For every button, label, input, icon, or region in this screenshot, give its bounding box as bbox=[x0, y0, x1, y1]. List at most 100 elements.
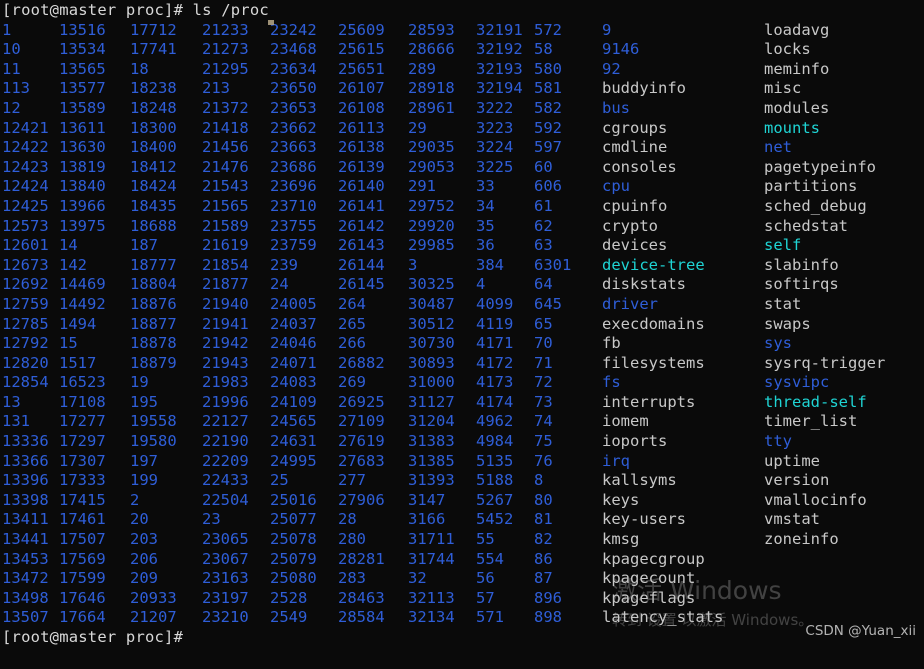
listing-entry-dir: 13577 bbox=[59, 79, 106, 98]
listing-entry-dir: 23163 bbox=[202, 569, 249, 588]
listing-entry-dir: 21233 bbox=[202, 20, 249, 39]
listing-entry-dir: net bbox=[764, 138, 792, 157]
listing-row: 13472 17599 209 23163 25080 283 32 56 87 kpagecou… bbox=[2, 569, 924, 589]
listing-row: 12422 13630 18400 21456 23663 26138 29035 3224 5… bbox=[2, 138, 924, 158]
listing-entry-dir: 25615 bbox=[338, 40, 385, 59]
listing-entry-dir: 21996 bbox=[202, 392, 249, 411]
listing-entry-dir: 26113 bbox=[338, 118, 385, 137]
listing-entry-dir: 3 bbox=[408, 255, 418, 274]
listing-entry-dir: 24083 bbox=[270, 373, 317, 392]
listing-entry-dir: 18777 bbox=[130, 255, 177, 274]
listing-entry-dir: 18876 bbox=[130, 294, 177, 313]
listing-entry-dir: 21983 bbox=[202, 373, 249, 392]
listing-entry-dir: 4172 bbox=[476, 353, 514, 372]
listing-entry-file: vmstat bbox=[764, 510, 820, 529]
listing-entry-dir: 24565 bbox=[270, 412, 317, 431]
listing-entry-dir: 16523 bbox=[59, 373, 106, 392]
listing-entry-file: partitions bbox=[764, 177, 858, 196]
listing-entry-dir: 17712 bbox=[130, 20, 177, 39]
listing-entry-empty bbox=[764, 569, 924, 589]
listing-entry-file: loadavg bbox=[764, 20, 830, 39]
listing-entry-file: kpagecount bbox=[602, 569, 696, 588]
listing-entry-dir: 13398 bbox=[2, 490, 49, 509]
listing-entry-dir: 28281 bbox=[338, 549, 385, 568]
listing-entry-dir: 187 bbox=[130, 236, 158, 255]
listing-entry-dir: 13336 bbox=[2, 432, 49, 451]
listing-entry-dir: 36 bbox=[476, 236, 495, 255]
listing-entry-dir: 3225 bbox=[476, 157, 514, 176]
author-credit-watermark: CSDN @Yuan_xii bbox=[805, 623, 916, 640]
listing-entry-dir: 26142 bbox=[338, 216, 385, 235]
listing-entry-dir: 896 bbox=[534, 588, 562, 607]
listing-entry-dir: 13966 bbox=[59, 196, 106, 215]
listing-entry-file: kpagecgroup bbox=[602, 549, 705, 568]
listing-entry-dir: 24 bbox=[270, 275, 289, 294]
listing-entry-dir: 199 bbox=[130, 471, 158, 490]
listing-entry-dir: 4 bbox=[476, 275, 486, 294]
listing-entry-dir: 27619 bbox=[338, 432, 385, 451]
listing-entry-dir: 13516 bbox=[59, 20, 106, 39]
terminal-window[interactable]: [root@master proc]# ls /proc 1 13516 17712… bbox=[0, 0, 924, 669]
listing-entry-dir: 291 bbox=[408, 177, 436, 196]
listing-entry-dir: 12424 bbox=[2, 177, 49, 196]
listing-entry-dir: 17297 bbox=[59, 432, 106, 451]
listing-entry-dir: irq bbox=[602, 451, 630, 470]
listing-entry-dir: 29035 bbox=[408, 138, 455, 157]
listing-entry-dir: 28584 bbox=[338, 608, 385, 627]
listing-row: 131 17277 19558 22127 24565 27109 31204 4962 74 i… bbox=[2, 412, 924, 432]
listing-entry-file: ioports bbox=[602, 432, 668, 451]
listing-entry-file: slabinfo bbox=[764, 255, 839, 274]
listing-entry-dir: 18412 bbox=[130, 157, 177, 176]
listing-entry-dir: 72 bbox=[534, 373, 553, 392]
listing-entry-dir: 277 bbox=[338, 471, 366, 490]
listing-entry-dir: 26108 bbox=[338, 98, 385, 117]
listing-entry-dir: sys bbox=[764, 334, 792, 353]
listing-entry-dir: 30893 bbox=[408, 353, 455, 372]
listing-row: 13441 17507 203 23065 25078 280 31711 55 82 kmsg z… bbox=[2, 530, 924, 550]
listing-entry-dir: 18400 bbox=[130, 138, 177, 157]
listing-entry-dir: 4174 bbox=[476, 392, 514, 411]
listing-row: 13507 17664 21207 23210 2549 28584 32134 571 898… bbox=[2, 608, 924, 628]
listing-entry-dir: 4099 bbox=[476, 294, 514, 313]
listing-entry-dir: 19558 bbox=[130, 412, 177, 431]
listing-entry-dir: 13975 bbox=[59, 216, 106, 235]
listing-entry-dir: 12601 bbox=[2, 236, 49, 255]
listing-entry-dir: 266 bbox=[338, 334, 366, 353]
listing-entry-dir: 3224 bbox=[476, 138, 514, 157]
listing-entry-file: latency_stats bbox=[602, 608, 724, 627]
listing-entry-dir: 23663 bbox=[270, 138, 317, 157]
listing-entry-dir: 25 bbox=[270, 471, 289, 490]
listing-entry-dir: 12692 bbox=[2, 275, 49, 294]
listing-entry-dir: 209 bbox=[130, 569, 158, 588]
listing-entry-dir: 1494 bbox=[59, 314, 97, 333]
listing-entry-dir: 113 bbox=[2, 79, 30, 98]
listing-entry-dir: 18435 bbox=[130, 196, 177, 215]
listing-entry-dir: 13819 bbox=[59, 157, 106, 176]
listing-row: 12854 16523 19 21983 24083 269 31000 4173 72 fs sy… bbox=[2, 373, 924, 393]
listing-entry-dir: 17599 bbox=[59, 569, 106, 588]
listing-entry-dir: 3222 bbox=[476, 98, 514, 117]
listing-entry-dir: 1517 bbox=[59, 353, 97, 372]
listing-entry-dir: 22504 bbox=[202, 490, 249, 509]
listing-entry-dir: 21565 bbox=[202, 196, 249, 215]
listing-entry-dir: 21476 bbox=[202, 157, 249, 176]
listing-entry-dir: 23067 bbox=[202, 549, 249, 568]
listing-entry-dir: 645 bbox=[534, 294, 562, 313]
listing-row: 113 13577 18238 213 23650 26107 28918 32194 581 b… bbox=[2, 79, 924, 99]
listing-entry-dir: 57 bbox=[476, 588, 495, 607]
listing-entry-dir: 582 bbox=[534, 98, 562, 117]
listing-entry-dir: 17108 bbox=[59, 392, 106, 411]
listing-entry-dir: 23468 bbox=[270, 40, 317, 59]
listing-entry-dir: cpu bbox=[602, 177, 630, 196]
listing-entry-dir: 17664 bbox=[59, 608, 106, 627]
listing-entry-dir: 13840 bbox=[59, 177, 106, 196]
listing-entry-dir: 25651 bbox=[338, 59, 385, 78]
listing-entry-dir: 18878 bbox=[130, 334, 177, 353]
listing-row: 12573 13975 18688 21589 23755 26142 29920 35 62 c… bbox=[2, 217, 924, 237]
listing-entry-dir: 25080 bbox=[270, 569, 317, 588]
listing-entry-dir: 24109 bbox=[270, 392, 317, 411]
listing-entry-dir: 17415 bbox=[59, 490, 106, 509]
command-prompt-line-bottom[interactable]: [root@master proc]# bbox=[2, 628, 924, 648]
listing-entry-dir: 571 bbox=[476, 608, 504, 627]
listing-entry-dir: 56 bbox=[476, 569, 495, 588]
